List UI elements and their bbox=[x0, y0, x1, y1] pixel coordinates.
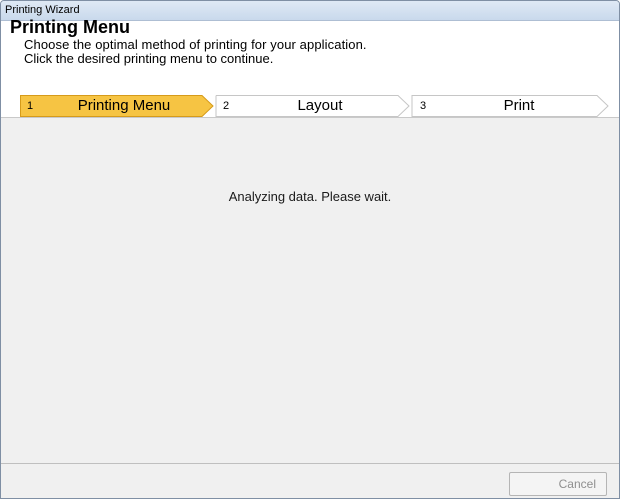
step-1-label[interactable]: Printing Menu bbox=[44, 97, 204, 114]
step-3-label[interactable]: Print bbox=[436, 97, 602, 114]
wizard-footer: Cancel bbox=[1, 463, 619, 498]
cancel-button[interactable]: Cancel bbox=[509, 472, 607, 496]
wizard-header: Printing Menu Choose the optimal method … bbox=[1, 17, 619, 121]
step-1-number: 1 bbox=[27, 100, 34, 112]
header-description-line-1: Choose the optimal method of printing fo… bbox=[24, 37, 367, 52]
printing-wizard-window: Printing Wizard Printing Menu Choose the… bbox=[0, 0, 620, 499]
page-title: Printing Menu bbox=[10, 17, 130, 37]
step-2-number: 2 bbox=[223, 100, 230, 112]
step-3-number: 3 bbox=[420, 100, 427, 112]
header-description-line-2: Click the desired printing menu to conti… bbox=[24, 51, 274, 66]
step-2-label[interactable]: Layout bbox=[240, 97, 400, 114]
wizard-steps: 1 Printing Menu 2 Layout 3 Print bbox=[20, 95, 610, 117]
wizard-content: Analyzing data. Please wait. bbox=[1, 117, 619, 463]
status-message: Analyzing data. Please wait. bbox=[228, 189, 392, 204]
